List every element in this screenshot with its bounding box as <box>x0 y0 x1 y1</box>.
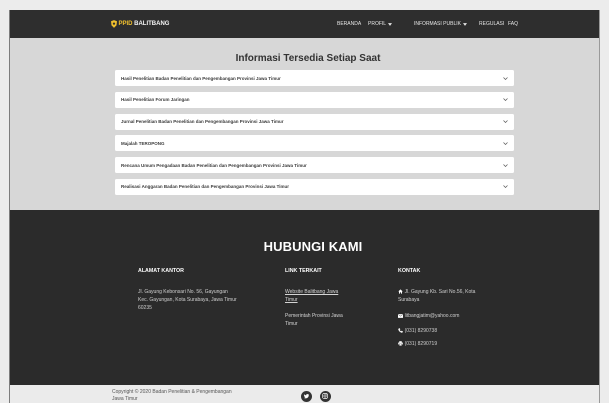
twitter-icon <box>303 393 309 399</box>
main-content: Informasi Tersedia Setiap Saat Hasil Pen… <box>10 38 599 210</box>
footer-column-contact: KONTAK Jl. Gayung Kb. Sari No.56, Kota S… <box>398 268 484 348</box>
chevron-down-icon <box>503 185 508 189</box>
links-list: Website Balitbang Jawa Timur Pemerintah … <box>285 288 347 328</box>
accordion-item[interactable]: Jurnal Penelitian Badan Penelitian dan P… <box>115 113 514 130</box>
accordion-item-label: Hasil Penelitian Badan Penelitian dan Pe… <box>121 75 281 81</box>
nav-item-label: BERANDA <box>337 21 362 27</box>
caret-down-icon <box>387 22 392 26</box>
chevron-down-icon <box>503 76 508 80</box>
accordion-item[interactable]: Rencana Umum Pengadaan Badan Penelitian … <box>115 157 514 174</box>
chevron-down-icon <box>503 98 508 102</box>
fax-icon <box>398 341 403 347</box>
caret-down-icon <box>462 22 467 26</box>
contact-fax-text: (031) 8290719 <box>404 341 438 347</box>
home-icon <box>398 289 403 294</box>
address-text: Jl. Gayung Kebonsari No. 56, Gayungan Ke… <box>138 288 248 312</box>
contact-list: Jl. Gayung Kb. Sari No.56, Kota Surabaya… <box>398 288 484 348</box>
accordion-item[interactable]: Hasil Penelitian Forum Jaringan <box>115 91 514 108</box>
copyright-text: Copyright © 2020 Badan Penelitian & Peng… <box>112 389 232 402</box>
phone-icon <box>398 328 403 333</box>
chevron-down-icon <box>503 142 508 145</box>
contact-address: Jl. Gayung Kb. Sari No.56, Kota Surabaya <box>398 288 484 304</box>
chevron-down-icon <box>503 163 508 167</box>
contact-email-text: litbangjatim@yahoo.com <box>404 313 460 319</box>
instagram-link[interactable] <box>319 390 331 402</box>
nav-item-label: PROFIL <box>368 21 387 27</box>
page-title: Informasi Tersedia Setiap Saat <box>235 53 381 64</box>
navbar: PPID BALITBANG BERANDA PROFIL INFORMASI … <box>10 10 599 38</box>
column-heading: KONTAK <box>398 268 421 274</box>
nav-item-beranda[interactable]: BERANDA <box>337 10 361 38</box>
accordion-item[interactable]: Realisasi Anggaran Badan Penelitian dan … <box>115 178 514 195</box>
nav-item-informasi-publik[interactable]: INFORMASI PUBLIK <box>414 10 467 38</box>
twitter-link[interactable] <box>300 390 312 402</box>
contact-phone: (031) 8290738 <box>398 327 484 335</box>
nav-item-label: INFORMASI PUBLIK <box>414 21 461 27</box>
footer-title: HUBUNGI KAMI <box>263 239 363 254</box>
address-line: 60235 <box>138 305 152 311</box>
footer-column-links: LINK TERKAIT Website Balitbang Jawa Timu… <box>285 268 347 328</box>
link-pemerintah-provinsi[interactable]: Pemerintah Provinsi Jawa Timur <box>285 312 347 328</box>
accordion-item-label: Hasil Penelitian Forum Jaringan <box>121 97 190 103</box>
contact-email: litbangjatim@yahoo.com <box>398 312 484 320</box>
nav-item-faq[interactable]: FAQ <box>508 10 518 38</box>
accordion-item[interactable]: Hasil Penelitian Badan Penelitian dan Pe… <box>115 70 514 86</box>
footer: HUBUNGI KAMI ALAMAT KANTOR Jl. Gayung Ke… <box>10 210 599 385</box>
column-heading: LINK TERKAIT <box>285 268 322 274</box>
main-nav: BERANDA PROFIL INFORMASI PUBLIK REGULASI… <box>10 10 599 38</box>
nav-item-label: FAQ <box>508 21 519 27</box>
page: PPID BALITBANG BERANDA PROFIL INFORMASI … <box>10 10 599 403</box>
envelope-icon <box>398 313 403 318</box>
bottom-bar: Copyright © 2020 Badan Penelitian & Peng… <box>10 385 599 403</box>
link-website-balitbang[interactable]: Website Balitbang Jawa Timur <box>285 288 347 304</box>
column-heading: ALAMAT KANTOR <box>138 268 184 274</box>
accordion-item-label: Rencana Umum Pengadaan Badan Penelitian … <box>121 162 307 168</box>
nav-item-regulasi[interactable]: REGULASI <box>479 10 504 38</box>
accordion-item-label: Majalah TEROPONG <box>121 140 165 146</box>
accordion-item[interactable]: Majalah TEROPONG <box>115 135 514 152</box>
accordion-item-label: Jurnal Penelitian Badan Penelitian dan P… <box>121 119 284 125</box>
contact-address-text: Jl. Gayung Kb. Sari No.56, Kota Surabaya <box>398 289 476 303</box>
address-line: Kec. Gayungan, Kota Surabaya, Jawa Timur <box>138 297 237 303</box>
contact-fax: (031) 8290719 <box>398 340 484 348</box>
instagram-icon <box>322 393 328 399</box>
accordion-item-label: Realisasi Anggaran Badan Penelitian dan … <box>121 184 290 190</box>
nav-item-profil[interactable]: PROFIL <box>368 10 392 38</box>
nav-item-label: REGULASI <box>479 21 505 27</box>
footer-column-address: ALAMAT KANTOR Jl. Gayung Kebonsari No. 5… <box>138 268 248 312</box>
address-line: Jl. Gayung Kebonsari No. 56, Gayungan <box>138 289 228 295</box>
accordion: Hasil Penelitian Badan Penelitian dan Pe… <box>115 70 514 201</box>
chevron-down-icon <box>503 120 508 124</box>
contact-phone-text: (031) 8290738 <box>404 328 438 334</box>
